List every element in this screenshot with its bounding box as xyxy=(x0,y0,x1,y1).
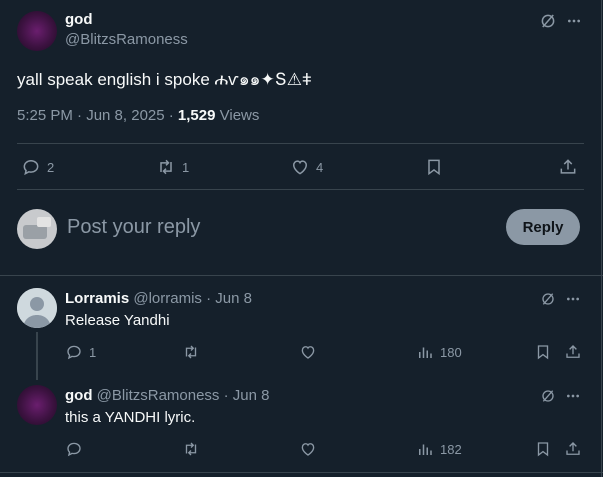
reply-action[interactable]: 2 xyxy=(21,157,54,177)
retweet-action[interactable]: 1 xyxy=(156,157,189,177)
views-action[interactable]: 182 xyxy=(416,440,462,458)
reply-icon xyxy=(21,157,41,177)
like-action[interactable]: 4 xyxy=(290,157,323,177)
divider xyxy=(17,189,584,190)
more-icon[interactable] xyxy=(564,387,582,405)
reply-avatar[interactable] xyxy=(17,385,57,425)
reply-button[interactable]: Reply xyxy=(506,209,580,245)
views-label: Views xyxy=(215,107,260,124)
reply-avatar[interactable] xyxy=(17,288,57,328)
retweet-count: 1 xyxy=(182,159,190,175)
reply-handle-date[interactable]: @BlitzsRamoness · Jun 8 xyxy=(97,387,270,404)
retweet-icon xyxy=(156,157,176,177)
author-handle[interactable]: @BlitzsRamoness xyxy=(65,31,188,48)
reply-input[interactable]: Post your reply xyxy=(67,216,200,239)
reply-icon xyxy=(65,343,83,361)
grok-icon[interactable] xyxy=(538,11,558,31)
reply-header: god @BlitzsRamoness · Jun 8 xyxy=(65,387,269,404)
like-icon[interactable] xyxy=(299,343,317,361)
divider xyxy=(0,275,603,276)
grok-icon[interactable] xyxy=(539,387,557,405)
reply-handle-date[interactable]: @lorramis · Jun 8 xyxy=(133,290,252,307)
user-avatar[interactable] xyxy=(17,209,57,249)
author-display-name[interactable]: god xyxy=(65,11,93,28)
retweet-icon[interactable] xyxy=(182,343,200,361)
right-border xyxy=(601,0,602,477)
reply-display-name[interactable]: god xyxy=(65,387,93,404)
tweet-time[interactable]: 5:25 PM · Jun 8, 2025 · xyxy=(17,107,178,124)
reply-text: this a YANDHI lyric. xyxy=(65,409,196,426)
more-icon[interactable] xyxy=(564,290,582,308)
reply-count: 1 xyxy=(89,344,97,360)
like-count: 4 xyxy=(316,159,324,175)
views-icon xyxy=(416,343,434,361)
divider xyxy=(17,143,584,144)
like-icon[interactable] xyxy=(299,440,317,458)
views-count: 1,529 xyxy=(177,107,216,124)
author-avatar[interactable] xyxy=(17,11,57,51)
share-icon[interactable] xyxy=(564,343,582,361)
reply-action[interactable]: 1 xyxy=(65,343,96,361)
tweet-meta: 5:25 PM · Jun 8, 2025 · 1,529 Views xyxy=(17,107,259,124)
tweet-text: yall speak english i spoke ሐѵ๑๑✦Տ⚠ǂ xyxy=(17,70,312,89)
views-count: 182 xyxy=(440,441,462,457)
bookmark-icon[interactable] xyxy=(424,157,444,177)
views-action[interactable]: 180 xyxy=(416,343,462,361)
grok-icon[interactable] xyxy=(539,290,557,308)
like-icon xyxy=(290,157,310,177)
more-icon[interactable] xyxy=(564,11,584,31)
reply-header: Lorramis @lorramis · Jun 8 xyxy=(65,290,252,307)
reply-icon[interactable] xyxy=(65,440,83,458)
bookmark-icon[interactable] xyxy=(534,343,552,361)
share-icon[interactable] xyxy=(564,440,582,458)
reply-display-name[interactable]: Lorramis xyxy=(65,290,129,307)
views-icon xyxy=(416,440,434,458)
share-icon[interactable] xyxy=(558,157,578,177)
retweet-icon[interactable] xyxy=(182,440,200,458)
thread-line xyxy=(36,332,38,380)
divider xyxy=(0,472,603,473)
views-count: 180 xyxy=(440,344,462,360)
reply-text: Release Yandhi xyxy=(65,312,170,329)
reply-count: 2 xyxy=(47,159,55,175)
bookmark-icon[interactable] xyxy=(534,440,552,458)
